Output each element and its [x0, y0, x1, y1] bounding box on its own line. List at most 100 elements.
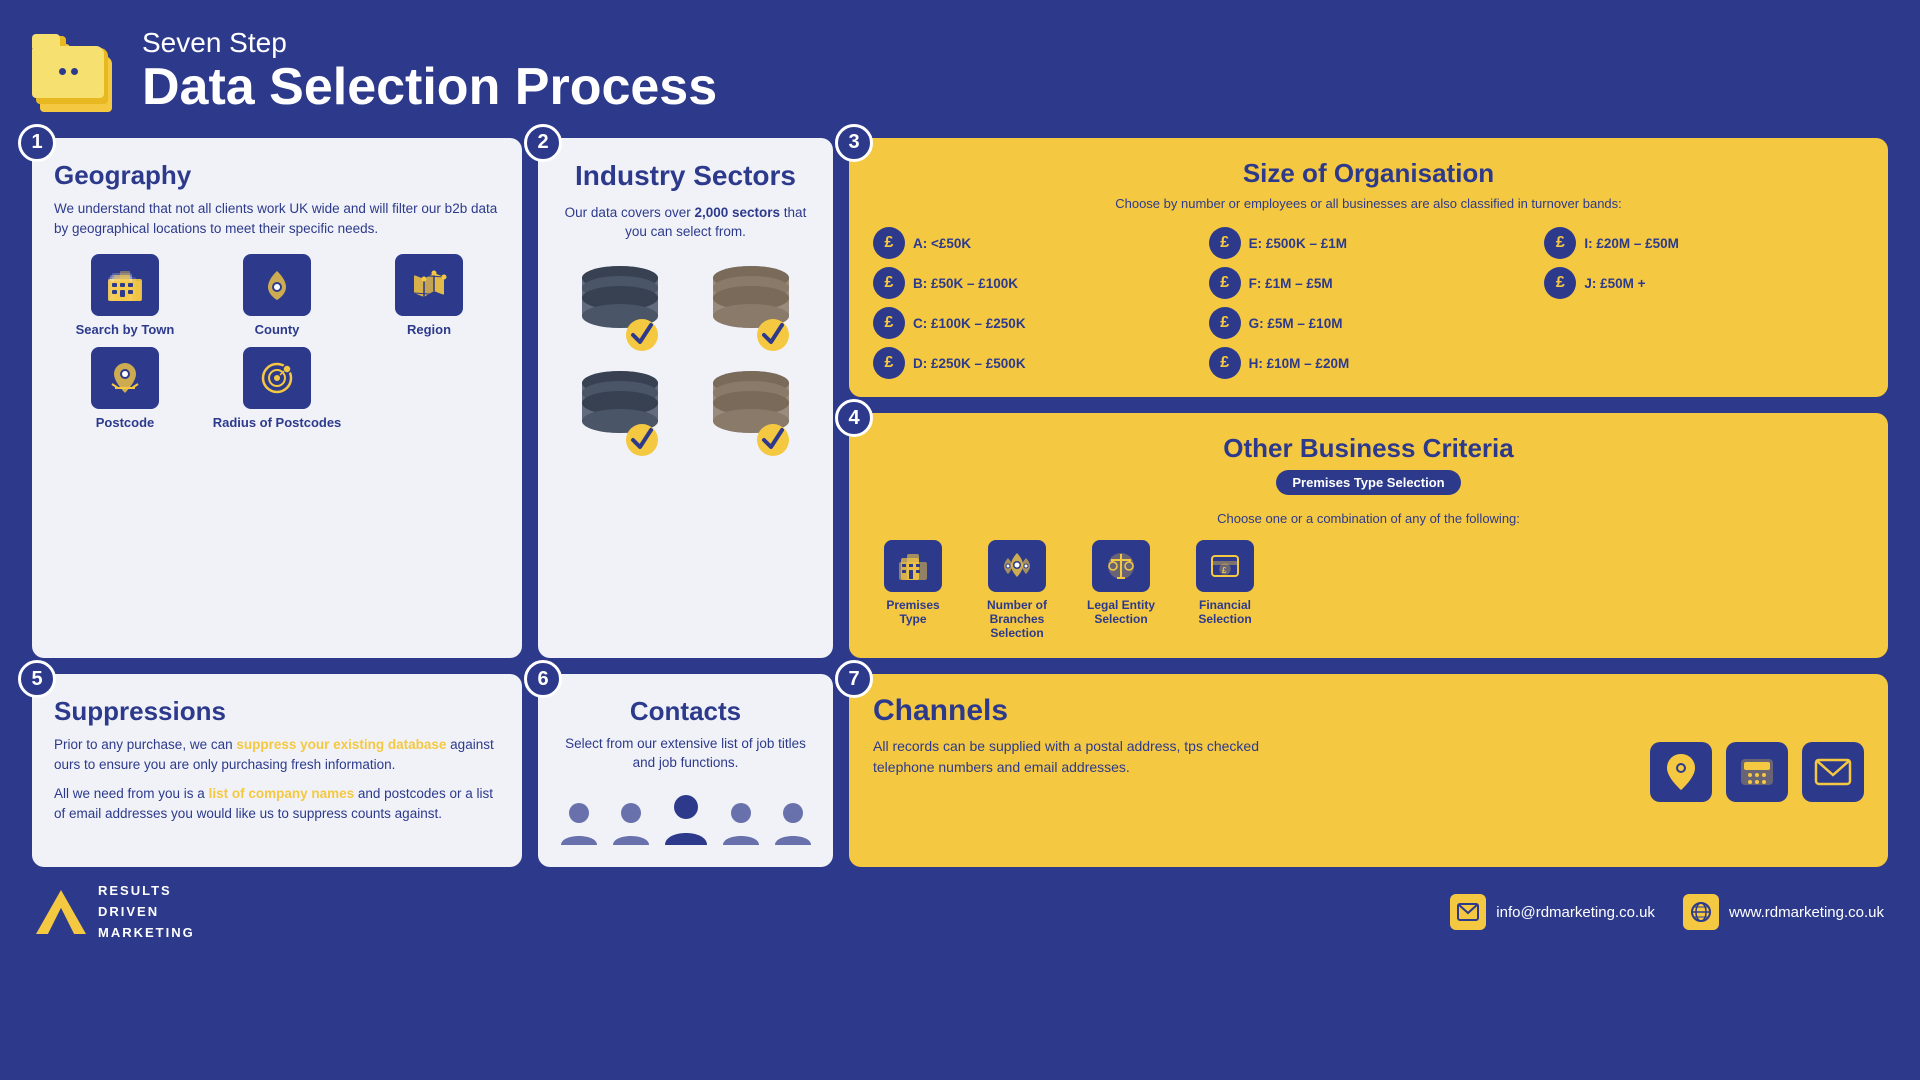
person-5 — [771, 799, 815, 849]
step6-badge: 6 — [524, 660, 562, 698]
contacts-card: 6 Contacts Select from our extensive lis… — [538, 674, 833, 867]
legal-label: Legal Entity Selection — [1081, 598, 1161, 626]
db-icons — [560, 260, 811, 460]
industry-subtitle: Our data covers over 2,000 sectors that … — [560, 204, 811, 242]
channels-content: Channels All records can be supplied wit… — [873, 694, 1630, 849]
pound-icon-f: £ — [1209, 267, 1241, 299]
db-icon-1 — [560, 260, 681, 355]
suppressions-text1: Prior to any purchase, we can suppress y… — [54, 735, 500, 774]
right-column: 3 Size of Organisation Choose by number … — [849, 138, 1888, 658]
other-card: 4 Other Business Criteria Premises Type … — [849, 413, 1888, 658]
step1-badge: 1 — [18, 124, 56, 162]
footer-contact: info@rdmarketing.co.uk www.rdmarketing.c… — [1450, 894, 1884, 930]
geography-icons: Search by Town County — [54, 254, 500, 430]
radius-icon — [243, 347, 311, 409]
geo-region: Region — [358, 254, 500, 337]
pound-icon-i: £ — [1544, 227, 1576, 259]
county-icon — [243, 254, 311, 316]
other-subtitle: Choose one or a combination of any of th… — [873, 511, 1864, 526]
footer-logo-text: RESULTS DRIVEN MARKETING — [98, 881, 195, 943]
suppressions-text2: All we need from you is a list of compan… — [54, 784, 500, 823]
db-icon-4 — [691, 365, 812, 460]
suppress-highlight: suppress your existing database — [236, 737, 446, 752]
header-text: Seven Step Data Selection Process — [142, 28, 717, 116]
legal-entity-item: Legal Entity Selection — [1081, 540, 1161, 626]
postcode-icon — [91, 347, 159, 409]
pound-icon-d: £ — [873, 347, 905, 379]
geo-county: County — [206, 254, 348, 337]
geo-search-town: Search by Town — [54, 254, 196, 337]
pound-icon-e: £ — [1209, 227, 1241, 259]
suppressions-card: 5 Suppressions Prior to any purchase, we… — [32, 674, 522, 867]
bottom-row: 5 Suppressions Prior to any purchase, we… — [32, 674, 1888, 867]
size-f: £ F: £1M – £5M — [1209, 267, 1529, 299]
main-container: Seven Step Data Selection Process 1 Geog… — [0, 0, 1920, 1080]
premises-type-item: Premises Type — [873, 540, 953, 626]
channels-card: 7 Channels All records can be supplied w… — [849, 674, 1888, 867]
size-e: £ E: £500K – £1M — [1209, 227, 1529, 259]
footer-email: info@rdmarketing.co.uk — [1450, 894, 1655, 930]
size-grid: £ A: <£50K £ E: £500K – £1M £ I: £20M – … — [873, 227, 1864, 379]
contacts-title: Contacts — [630, 696, 741, 727]
globe-footer-icon — [1683, 894, 1719, 930]
premises-label: Premises Type — [873, 598, 953, 626]
size-i: £ I: £20M – £50M — [1544, 227, 1864, 259]
premises-type-icon — [884, 540, 942, 592]
region-label: Region — [407, 322, 451, 337]
legal-entity-icon — [1092, 540, 1150, 592]
other-title: Other Business Criteria — [873, 433, 1864, 464]
pound-icon-b: £ — [873, 267, 905, 299]
company-names-highlight: list of company names — [209, 786, 355, 801]
industry-title: Industry Sectors — [575, 160, 796, 192]
step5-badge: 5 — [18, 660, 56, 698]
size-j: £ J: £50M + — [1544, 267, 1864, 299]
geo-postcode: Postcode — [54, 347, 196, 430]
channels-description: All records can be supplied with a posta… — [873, 736, 1293, 778]
industry-card: 2 Industry Sectors Our data covers over … — [538, 138, 833, 658]
pound-icon-h: £ — [1209, 347, 1241, 379]
branches-label: Number of Branches Selection — [977, 598, 1057, 640]
channels-icons — [1630, 694, 1864, 849]
size-title: Size of Organisation — [873, 158, 1864, 189]
email-footer-icon — [1450, 894, 1486, 930]
geography-title: Geography — [54, 160, 500, 191]
size-g: £ G: £5M – £10M — [1209, 307, 1529, 339]
premises-badge: Premises Type Selection — [1276, 470, 1460, 495]
step4-badge: 4 — [835, 399, 873, 437]
town-icon — [91, 254, 159, 316]
region-icon — [395, 254, 463, 316]
step3-badge: 3 — [835, 124, 873, 162]
person-1 — [557, 799, 601, 849]
person-4 — [719, 799, 763, 849]
step2-badge: 2 — [524, 124, 562, 162]
size-c: £ C: £100K – £250K — [873, 307, 1193, 339]
svg-text:£: £ — [1222, 566, 1227, 575]
financial-item: £ Financial Selection — [1185, 540, 1265, 626]
header-subtitle: Seven Step — [142, 28, 717, 59]
suppressions-title: Suppressions — [54, 696, 500, 727]
size-a: £ A: <£50K — [873, 227, 1193, 259]
logo-icon — [32, 32, 122, 112]
pound-icon-a: £ — [873, 227, 905, 259]
contacts-subtitle: Select from our extensive list of job ti… — [560, 735, 811, 773]
person-3-highlighted — [661, 791, 711, 849]
db-icon-3 — [560, 365, 681, 460]
pound-icon-g: £ — [1209, 307, 1241, 339]
email-channel-icon — [1802, 742, 1864, 802]
branches-icon — [988, 540, 1046, 592]
branches-item: Number of Branches Selection — [977, 540, 1057, 640]
other-icons: Premises Type — [873, 540, 1864, 640]
size-subtitle: Choose by number or employees or all bus… — [873, 195, 1864, 213]
town-label: Search by Town — [76, 322, 175, 337]
pound-icon-c: £ — [873, 307, 905, 339]
location-channel-icon — [1650, 742, 1712, 802]
header-title: Data Selection Process — [142, 59, 717, 116]
geography-card: 1 Geography We understand that not all c… — [32, 138, 522, 658]
geo-radius: Radius of Postcodes — [206, 347, 348, 430]
step7-badge: 7 — [835, 660, 873, 698]
header: Seven Step Data Selection Process — [32, 28, 1888, 116]
financial-icon: £ — [1196, 540, 1254, 592]
contact-persons — [557, 791, 815, 849]
size-card: 3 Size of Organisation Choose by number … — [849, 138, 1888, 397]
footer-website: www.rdmarketing.co.uk — [1683, 894, 1884, 930]
